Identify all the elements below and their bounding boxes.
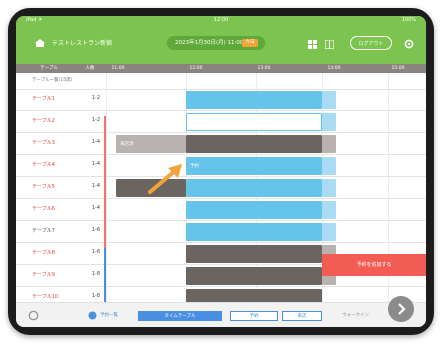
table-name: テーブル8 (32, 250, 55, 256)
header-time-1100: 11:00 (111, 66, 125, 71)
table-capacity: 1-4 (91, 161, 100, 167)
table-capacity: 1-2 (91, 117, 100, 123)
reservation-block[interactable] (186, 201, 322, 219)
visited-block[interactable] (186, 135, 322, 153)
segment-visit[interactable]: 来店 (282, 311, 322, 321)
list-icon[interactable] (88, 311, 97, 320)
table-name: テーブル4 (32, 162, 55, 168)
reservation-block[interactable]: 予約 (186, 157, 322, 175)
header-time-1500: 15:00 (391, 66, 405, 71)
grid-header: テーブル 人数 11:00 12:00 13:00 14:00 15:00 (16, 64, 426, 73)
refresh-icon[interactable] (28, 310, 39, 321)
table-capacity: 1-6 (91, 249, 100, 255)
table-name: テーブル6 (32, 206, 55, 212)
bottom-bar: 予約一覧 タイムテーブル 予約 来店 ウォークイン (16, 302, 426, 327)
reservation-buffer (322, 179, 336, 197)
table-capacity: 1-6 (91, 227, 100, 233)
reservation-block[interactable] (186, 223, 322, 241)
segment-reservation[interactable]: 予約 (230, 311, 278, 321)
status-time: 12:00 (213, 17, 229, 23)
table-name: テーブル7 (32, 228, 55, 234)
header-table: テーブル (40, 66, 58, 71)
table-name: テーブル3 (32, 140, 55, 146)
table-capacity: 1-2 (91, 95, 100, 101)
reservation-buffer (322, 201, 336, 219)
table-capacity: 1-4 (91, 183, 100, 189)
add-reservation-button[interactable]: 予約を追加する (322, 254, 426, 276)
status-battery: 100% (401, 17, 416, 23)
reservation-block[interactable] (186, 179, 322, 197)
table-name: テーブル1 (32, 96, 55, 102)
header-time-1300: 13:00 (257, 66, 271, 71)
header-capacity: 人数 (85, 66, 95, 71)
reservation-label: 予約 (190, 164, 199, 169)
visited-label: 来店済 (120, 142, 134, 147)
shop-name[interactable]: テストレストラン新宿 (52, 38, 112, 47)
header-time-1400: 14:00 (327, 66, 341, 71)
reservation-list-link[interactable]: 予約一覧 (100, 312, 118, 318)
logout-button[interactable]: ログアウト (350, 36, 392, 50)
home-icon[interactable] (34, 38, 46, 48)
table-list-label: テーブル一覧(15席) (32, 78, 73, 83)
reservation-buffer (322, 91, 336, 109)
drag-arrow-icon (148, 164, 182, 194)
table-name: テーブル5 (32, 184, 55, 190)
table-name: テーブル9 (32, 272, 55, 278)
visited-block[interactable] (186, 245, 322, 263)
today-badge[interactable]: 今日 (242, 39, 258, 47)
reservation-block-selected[interactable] (186, 113, 322, 131)
segment-timetable[interactable]: タイムテーブル (138, 311, 222, 321)
visited-block[interactable]: 来店済 (116, 135, 186, 153)
table-capacity: 1-8 (91, 271, 100, 277)
reservation-buffer (322, 113, 336, 131)
table-name: テーブル10 (32, 294, 59, 300)
chevron-right-icon (398, 303, 406, 315)
reservation-buffer (322, 223, 336, 241)
subheader-row: テーブル一覧(15席) (16, 73, 426, 90)
next-circle-button[interactable] (388, 296, 414, 322)
visited-buffer (322, 135, 336, 153)
table-capacity: 1-8 (91, 293, 100, 299)
current-time-line-secondary (104, 248, 106, 302)
grid-view-icon[interactable] (308, 40, 317, 49)
app-screen: iPad ✈ 12:00 100% テストレストラン新宿 2023年1月30日(… (16, 16, 426, 327)
top-nav: テストレストラン新宿 2023年1月30日(月) 11:00 今日 ログアウト (16, 24, 426, 64)
table-name: テーブル2 (32, 118, 55, 124)
header-time-1200: 12:00 (189, 66, 203, 71)
reservation-buffer (322, 157, 336, 175)
list-view-icon[interactable] (325, 40, 334, 49)
date-selector[interactable]: 2023年1月30日(月) 11:00 今日 (167, 36, 265, 50)
gear-icon[interactable] (404, 39, 414, 49)
date-text: 2023年1月30日(月) 11:00 (175, 40, 244, 46)
visited-block[interactable] (186, 289, 322, 302)
walkin-label[interactable]: ウォークイン (342, 312, 369, 318)
table-capacity: 1-4 (91, 205, 100, 211)
reservation-block[interactable] (186, 91, 322, 109)
visited-block[interactable] (186, 267, 322, 285)
table-capacity: 1-4 (91, 139, 100, 145)
status-bar: iPad ✈ 12:00 100% (16, 16, 426, 24)
